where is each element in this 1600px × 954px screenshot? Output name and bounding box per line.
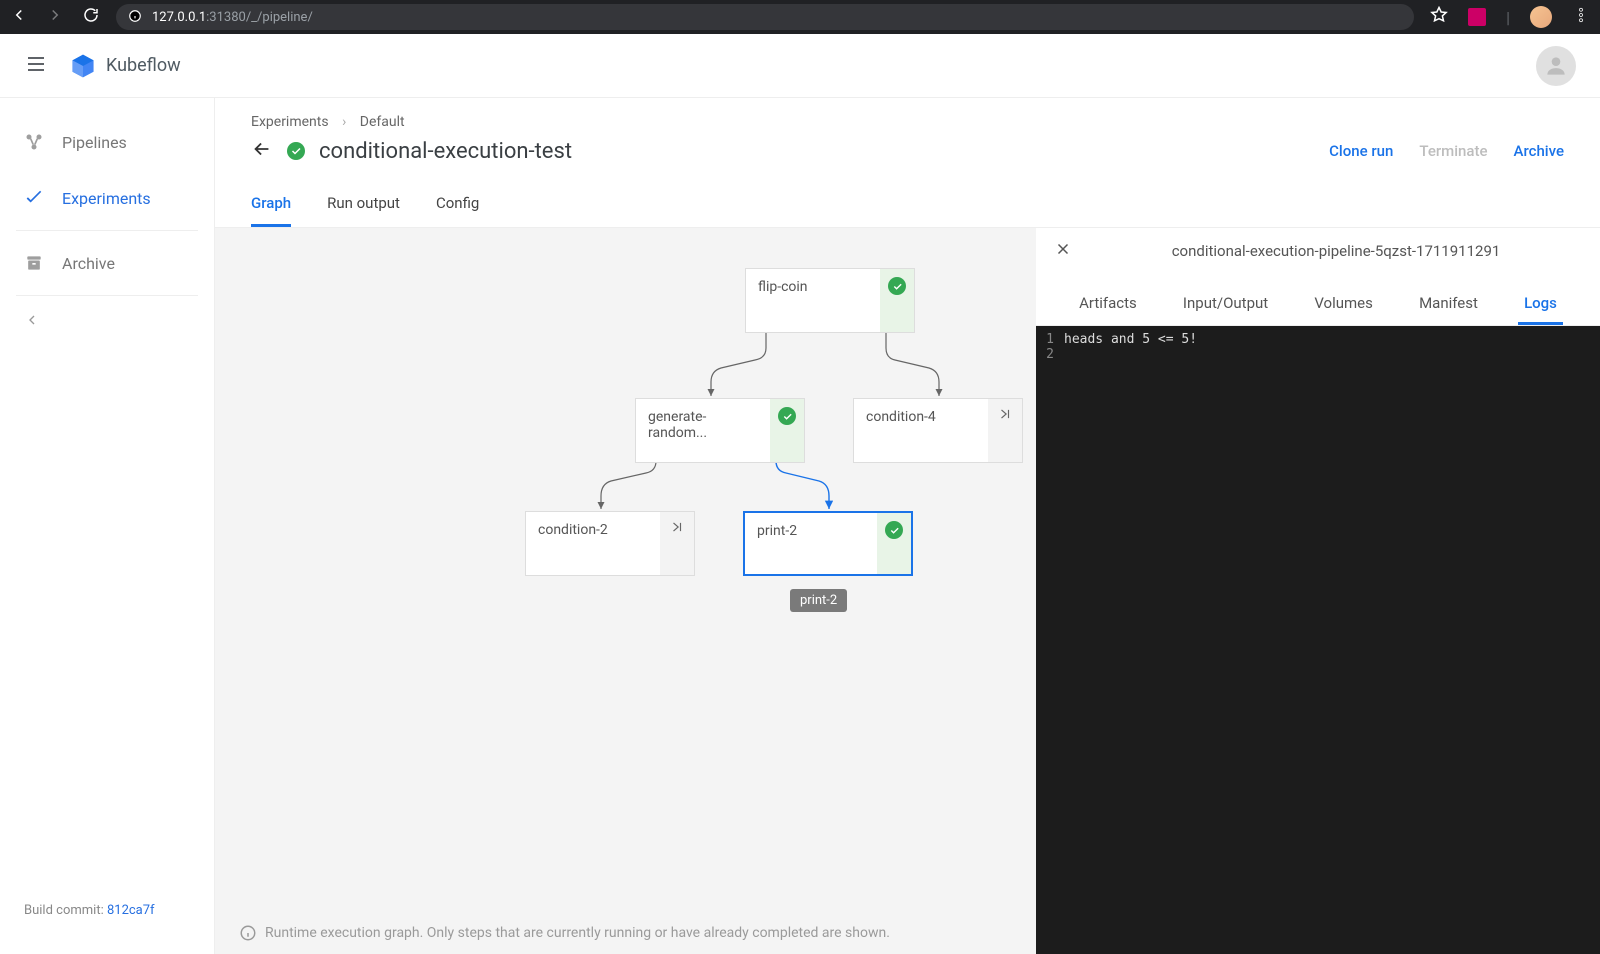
status-success-icon bbox=[885, 521, 903, 539]
details-tab-volumes[interactable]: Volumes bbox=[1308, 284, 1379, 325]
browser-back-icon[interactable] bbox=[10, 6, 28, 28]
archive-icon bbox=[24, 253, 44, 273]
sidebar-item-archive[interactable]: Archive bbox=[0, 235, 214, 291]
brand[interactable]: Kubeflow bbox=[70, 53, 181, 79]
sidebar-item-pipelines[interactable]: Pipelines bbox=[0, 114, 214, 170]
details-tab-artifacts[interactable]: Artifacts bbox=[1073, 284, 1143, 325]
browser-menu-icon[interactable] bbox=[1572, 6, 1590, 28]
breadcrumb: Experiments › Default bbox=[215, 98, 1600, 138]
details-panel: conditional-execution-pipeline-5qzst-171… bbox=[1036, 228, 1600, 954]
status-success-icon bbox=[778, 407, 796, 425]
browser-avatar[interactable] bbox=[1530, 6, 1552, 28]
url-text: 127.0.0.1:31380/_/pipeline/ bbox=[152, 10, 313, 25]
browser-nav bbox=[10, 6, 100, 28]
graph-footer-hint: Runtime execution graph. Only steps that… bbox=[215, 912, 1036, 954]
node-generate-random[interactable]: generate-random... bbox=[635, 398, 805, 463]
tab-run-output[interactable]: Run output bbox=[327, 182, 400, 227]
tab-config[interactable]: Config bbox=[436, 182, 479, 227]
app-header: Kubeflow bbox=[0, 34, 1600, 98]
logs-view[interactable]: 1heads and 5 <= 5! 2 bbox=[1036, 326, 1600, 954]
main-content: Experiments › Default conditional-execut… bbox=[214, 98, 1600, 954]
details-tab-manifest[interactable]: Manifest bbox=[1413, 284, 1484, 325]
back-button[interactable] bbox=[251, 138, 273, 164]
chevron-left-icon bbox=[24, 312, 40, 328]
experiments-icon bbox=[24, 188, 44, 208]
sidebar-item-label: Experiments bbox=[62, 189, 151, 208]
close-icon bbox=[1054, 240, 1072, 258]
kubeflow-logo-icon bbox=[70, 53, 96, 79]
menu-icon[interactable] bbox=[24, 52, 48, 80]
archive-button[interactable]: Archive bbox=[1514, 142, 1564, 160]
collapse-sidebar-button[interactable] bbox=[0, 300, 214, 344]
build-commit-link[interactable]: 812ca7f bbox=[107, 903, 155, 918]
brand-name: Kubeflow bbox=[106, 55, 181, 76]
sidebar-item-label: Archive bbox=[62, 254, 115, 273]
details-tab-logs[interactable]: Logs bbox=[1518, 284, 1563, 325]
status-success-icon bbox=[888, 277, 906, 295]
sidebar: Pipelines Experiments Archive Build comm… bbox=[0, 98, 214, 954]
details-title: conditional-execution-pipeline-5qzst-171… bbox=[1090, 242, 1582, 260]
node-tooltip: print-2 bbox=[790, 589, 847, 612]
node-condition-4[interactable]: condition-4 bbox=[853, 398, 1023, 463]
breadcrumb-default[interactable]: Default bbox=[360, 114, 405, 130]
sidebar-item-label: Pipelines bbox=[62, 133, 127, 152]
chevron-right-icon: › bbox=[342, 114, 346, 130]
status-success-icon bbox=[287, 142, 305, 160]
log-line: 1heads and 5 <= 5! bbox=[1036, 332, 1600, 347]
clone-run-button[interactable]: Clone run bbox=[1329, 142, 1393, 160]
info-icon bbox=[239, 924, 257, 942]
browser-reload-icon[interactable] bbox=[82, 6, 100, 28]
skipped-icon bbox=[998, 407, 1012, 425]
pipelines-icon bbox=[24, 132, 44, 152]
main-tabs: Graph Run output Config bbox=[215, 182, 1600, 228]
node-condition-2[interactable]: condition-2 bbox=[525, 511, 695, 576]
tab-graph[interactable]: Graph bbox=[251, 182, 291, 227]
page-title: conditional-execution-test bbox=[319, 139, 572, 164]
close-panel-button[interactable] bbox=[1054, 240, 1072, 262]
browser-bar: 127.0.0.1:31380/_/pipeline/ | bbox=[0, 0, 1600, 34]
user-avatar[interactable] bbox=[1536, 46, 1576, 86]
extension-icon[interactable] bbox=[1468, 8, 1486, 26]
skipped-icon bbox=[670, 520, 684, 538]
sidebar-item-experiments[interactable]: Experiments bbox=[0, 170, 214, 226]
build-commit: Build commit: 812ca7f bbox=[0, 887, 214, 938]
details-tabs: Artifacts Input/Output Volumes Manifest … bbox=[1036, 274, 1600, 326]
details-tab-io[interactable]: Input/Output bbox=[1177, 284, 1274, 325]
info-icon bbox=[128, 8, 142, 27]
node-flip-coin[interactable]: flip-coin bbox=[745, 268, 915, 333]
browser-right: | bbox=[1430, 6, 1590, 28]
url-bar[interactable]: 127.0.0.1:31380/_/pipeline/ bbox=[116, 4, 1414, 30]
terminate-button: Terminate bbox=[1419, 142, 1487, 160]
browser-forward-icon[interactable] bbox=[46, 6, 64, 28]
log-line: 2 bbox=[1036, 347, 1600, 362]
star-icon[interactable] bbox=[1430, 6, 1448, 28]
pipeline-graph[interactable]: flip-coin generate-random... condition-4… bbox=[215, 228, 1036, 954]
node-print-2[interactable]: print-2 bbox=[743, 511, 913, 576]
breadcrumb-experiments[interactable]: Experiments bbox=[251, 114, 329, 130]
